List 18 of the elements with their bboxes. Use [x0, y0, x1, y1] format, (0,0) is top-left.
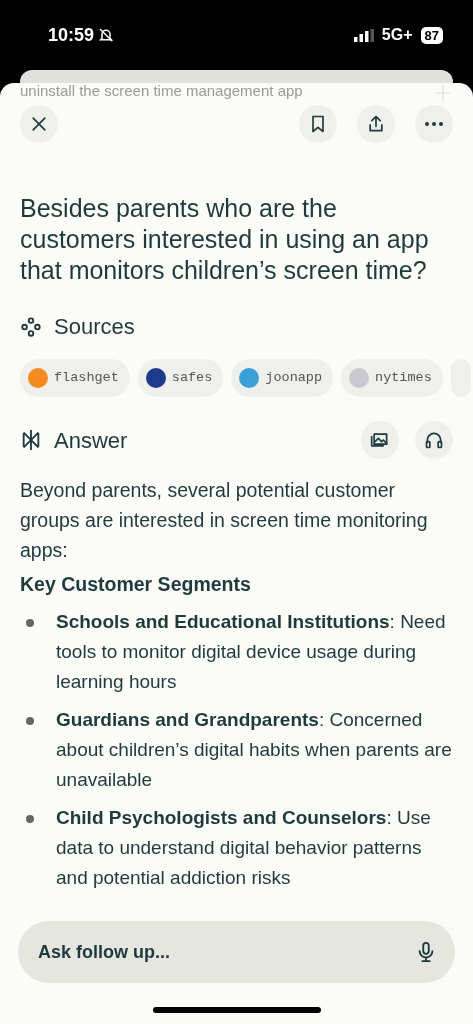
- bullet-text: Schools and Educational Institutions: Need tools to monitor digital device usage during learning hours: [56, 610, 447, 694]
- battery-indicator: 87: [420, 26, 443, 44]
- question-heading: Besides parents who are the customers interested in using an app that monitors children’s screen time?: [20, 193, 430, 286]
- follow-up-input[interactable]: Ask follow up...: [36, 937, 415, 967]
- section-title: Sources: [54, 313, 135, 341]
- source-chip[interactable]: nytimes: [341, 359, 443, 397]
- source-chip[interactable]: safes: [137, 359, 224, 397]
- answer-subheading: Key Customer Segments: [20, 572, 252, 597]
- clock-text: 10:59: [48, 23, 95, 47]
- bullet-text: Guardians and Grandparents: Concerned about children’s digital habits when parents are unavailable: [56, 708, 453, 792]
- source-chip[interactable]: joonapp: [231, 359, 334, 397]
- source-chip[interactable]: flashget: [20, 359, 130, 397]
- answer-paragraph: Beyond parents, several potential customer groups are interested in screen time monitoring apps:: [20, 478, 429, 563]
- network-label: 5G+: [381, 25, 413, 45]
- bullet-text: Child Psychologists and Counselors: Use data to understand digital behavior patterns and potential addiction risks: [56, 806, 432, 890]
- section-title: Answer: [54, 426, 128, 455]
- follow-up-field[interactable]: Ask follow up...: [18, 921, 455, 983]
- previous-query-text: uninstall the screen time management app: [20, 83, 303, 99]
